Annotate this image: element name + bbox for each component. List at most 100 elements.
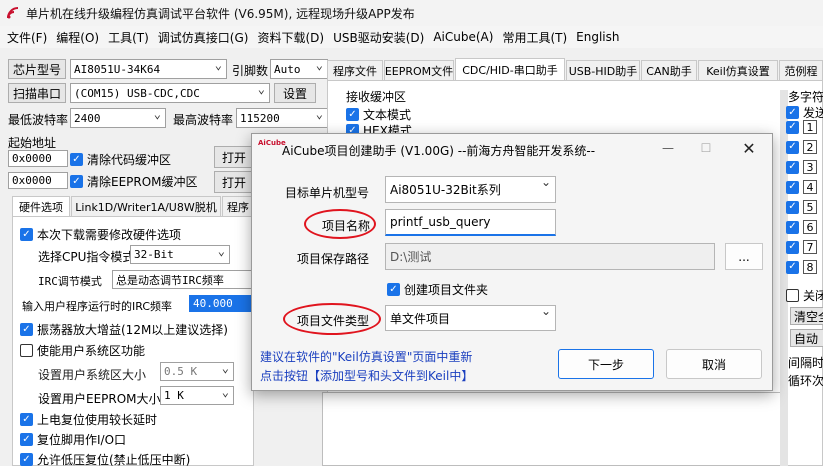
project-wizard-dialog: AiCube AiCube项目创建助手 (V1.00G) --前海方舟智能开发系…	[251, 133, 773, 391]
code-address-input[interactable]: 0x0000	[8, 150, 68, 167]
need-modify-label: 本次下载需要修改硬件选项	[37, 228, 182, 242]
keil-note-line1: 建议在软件的"Keil仿真设置"页面中重新	[260, 350, 473, 364]
interval-label: 间隔时	[788, 356, 823, 370]
send-2-checkbox[interactable]: ✓	[786, 140, 799, 154]
file-type-select[interactable]: 单文件项目	[385, 304, 556, 331]
pin-count-select[interactable]: Auto	[270, 59, 328, 79]
open-code-button[interactable]: 打开	[214, 146, 254, 168]
send-2-number: 2	[803, 140, 817, 154]
low-voltage-checkbox[interactable]: ✓	[20, 453, 33, 466]
clear-all-button[interactable]: 清空全	[790, 307, 823, 325]
irc-freq-input[interactable]: 40.000	[189, 295, 254, 312]
user-sys-label: 使能用户系统区功能	[37, 344, 146, 358]
settings-button[interactable]: 设置	[274, 83, 316, 103]
open-eeprom-button[interactable]: 打开	[214, 171, 254, 193]
pin-count-label: 引脚数	[232, 64, 269, 78]
menu-usb-driver[interactable]: USB驱动安装(D)	[333, 29, 424, 46]
send-3-number: 3	[803, 160, 817, 174]
reset-pin-checkbox[interactable]: ✓	[20, 433, 33, 446]
send-8-checkbox[interactable]: ✓	[786, 260, 799, 274]
send-6-checkbox[interactable]: ✓	[786, 220, 799, 234]
send-1-checkbox[interactable]: ✓	[786, 120, 799, 134]
auto-button[interactable]: 自动	[790, 329, 823, 347]
send-3-checkbox[interactable]: ✓	[786, 160, 799, 174]
minimize-icon[interactable]: —	[654, 137, 682, 159]
menu-aicube[interactable]: AiCube(A)	[433, 30, 493, 44]
menu-download[interactable]: 资料下载(D)	[257, 29, 324, 46]
send-4-number: 4	[803, 180, 817, 194]
send-5-checkbox[interactable]: ✓	[786, 200, 799, 214]
user-sys-checkbox[interactable]	[20, 344, 33, 357]
clear-code-checkbox[interactable]: ✓	[70, 153, 83, 166]
send-7-checkbox[interactable]: ✓	[786, 240, 799, 254]
send-7-number: 7	[803, 240, 817, 254]
need-modify-checkbox[interactable]: ✓	[20, 228, 33, 241]
send-1-number: 1	[803, 120, 817, 134]
app-window: 单片机在线升级编程仿真调试平台软件 (V6.95M), 远程现场升级APP发布 …	[0, 0, 823, 466]
menu-tools[interactable]: 工具(T)	[108, 29, 149, 46]
close-icon[interactable]: ✕	[732, 136, 766, 160]
reset-pin-label: 复位脚用作I/O口	[37, 433, 127, 447]
sys-size-select[interactable]: 0.5 K	[160, 362, 234, 381]
menu-debug[interactable]: 调试仿真接口(G)	[158, 29, 249, 46]
osc-gain-checkbox[interactable]: ✓	[20, 323, 33, 336]
highlight-ring-type	[283, 303, 381, 335]
send-6-number: 6	[803, 220, 817, 234]
chip-model-label: 芯片型号	[8, 59, 66, 79]
cpu-mode-label: 选择CPU指令模式	[38, 250, 135, 264]
tab-link1d[interactable]: Link1D/Writer1A/U8W脱机	[71, 196, 221, 216]
tab-keil-sim[interactable]: Keil仿真设置	[698, 60, 778, 80]
send-5-number: 5	[803, 200, 817, 214]
cpu-mode-select[interactable]: 32-Bit	[130, 245, 230, 264]
tab-hardware-options[interactable]: 硬件选项	[12, 196, 70, 216]
menu-program[interactable]: 编程(O)	[56, 29, 99, 46]
target-chip-label: 目标单片机型号	[285, 186, 370, 200]
loop-count-label: 循环次	[788, 374, 823, 388]
clear-eeprom-checkbox[interactable]: ✓	[70, 175, 83, 188]
tab-eeprom-file[interactable]: EEPROM文件	[384, 60, 454, 80]
tab-examples[interactable]: 范例程	[779, 60, 823, 80]
irc-mode-label: IRC调节模式	[38, 275, 102, 288]
menu-common-tools[interactable]: 常用工具(T)	[502, 29, 567, 46]
tab-usb-hid[interactable]: USB-HID助手	[566, 60, 640, 80]
max-baud-select[interactable]: 115200	[236, 108, 328, 128]
power-delay-checkbox[interactable]: ✓	[20, 413, 33, 426]
osc-gain-label: 振荡器放大增益(12M以上建议选择)	[37, 323, 228, 337]
send-buffer-area[interactable]	[322, 392, 782, 466]
menu-bar: 文件(F) 编程(O) 工具(T) 调试仿真接口(G) 资料下载(D) USB驱…	[0, 26, 823, 48]
min-baud-label: 最低波特率	[8, 113, 69, 127]
close-checkbox[interactable]	[786, 289, 799, 302]
project-name-input[interactable]: printf_usb_query	[385, 209, 556, 236]
text-mode-checkbox[interactable]: ✓	[346, 108, 359, 121]
save-path-label: 项目保存路径	[297, 252, 370, 266]
power-delay-label: 上电复位使用较长延时	[37, 413, 158, 427]
tab-program-file[interactable]: 程序文件	[327, 60, 383, 80]
scan-port-button[interactable]: 扫描串口	[8, 83, 66, 103]
menu-file[interactable]: 文件(F)	[7, 29, 47, 46]
sys-size-label: 设置用户系统区大小	[38, 368, 147, 382]
eeprom-address-input[interactable]: 0x0000	[8, 172, 68, 189]
port-select[interactable]: (COM15) USB-CDC,CDC	[70, 83, 270, 103]
cancel-button[interactable]: 取消	[666, 349, 762, 379]
tab-can[interactable]: CAN助手	[641, 60, 697, 80]
keil-note-line2: 点击按钮【添加型号和头文件到Keil中】	[260, 369, 474, 383]
tab-program[interactable]: 程序	[222, 196, 254, 216]
tab-cdc-hid-serial[interactable]: CDC/HID-串口助手	[455, 58, 565, 80]
menu-english[interactable]: English	[576, 30, 619, 44]
recv-buffer-label: 接收缓冲区	[346, 90, 407, 104]
dialog-title: AiCube项目创建助手 (V1.00G) --前海方舟智能开发系统--	[282, 144, 596, 158]
irc-mode-select[interactable]: 总是动态调节IRC频率	[112, 270, 252, 289]
chip-model-select[interactable]: AI8051U-34K64	[70, 59, 227, 79]
create-folder-checkbox[interactable]: ✓	[387, 283, 400, 296]
min-baud-select[interactable]: 2400	[70, 108, 166, 128]
send-checkbox[interactable]: ✓	[786, 106, 799, 119]
save-path-input[interactable]: D:\测试	[385, 243, 715, 270]
maximize-icon[interactable]: ☐	[692, 137, 720, 159]
title-bar: 单片机在线升级编程仿真调试平台软件 (V6.95M), 远程现场升级APP发布	[0, 0, 823, 26]
clear-eeprom-label: 清除EEPROM缓冲区	[87, 175, 198, 189]
target-chip-select[interactable]: Ai8051U-32Bit系列	[385, 175, 556, 203]
send-4-checkbox[interactable]: ✓	[786, 180, 799, 194]
eeprom-size-select[interactable]: 1 K	[160, 386, 234, 405]
next-button[interactable]: 下一步	[558, 349, 654, 379]
browse-button[interactable]: ...	[725, 243, 763, 270]
